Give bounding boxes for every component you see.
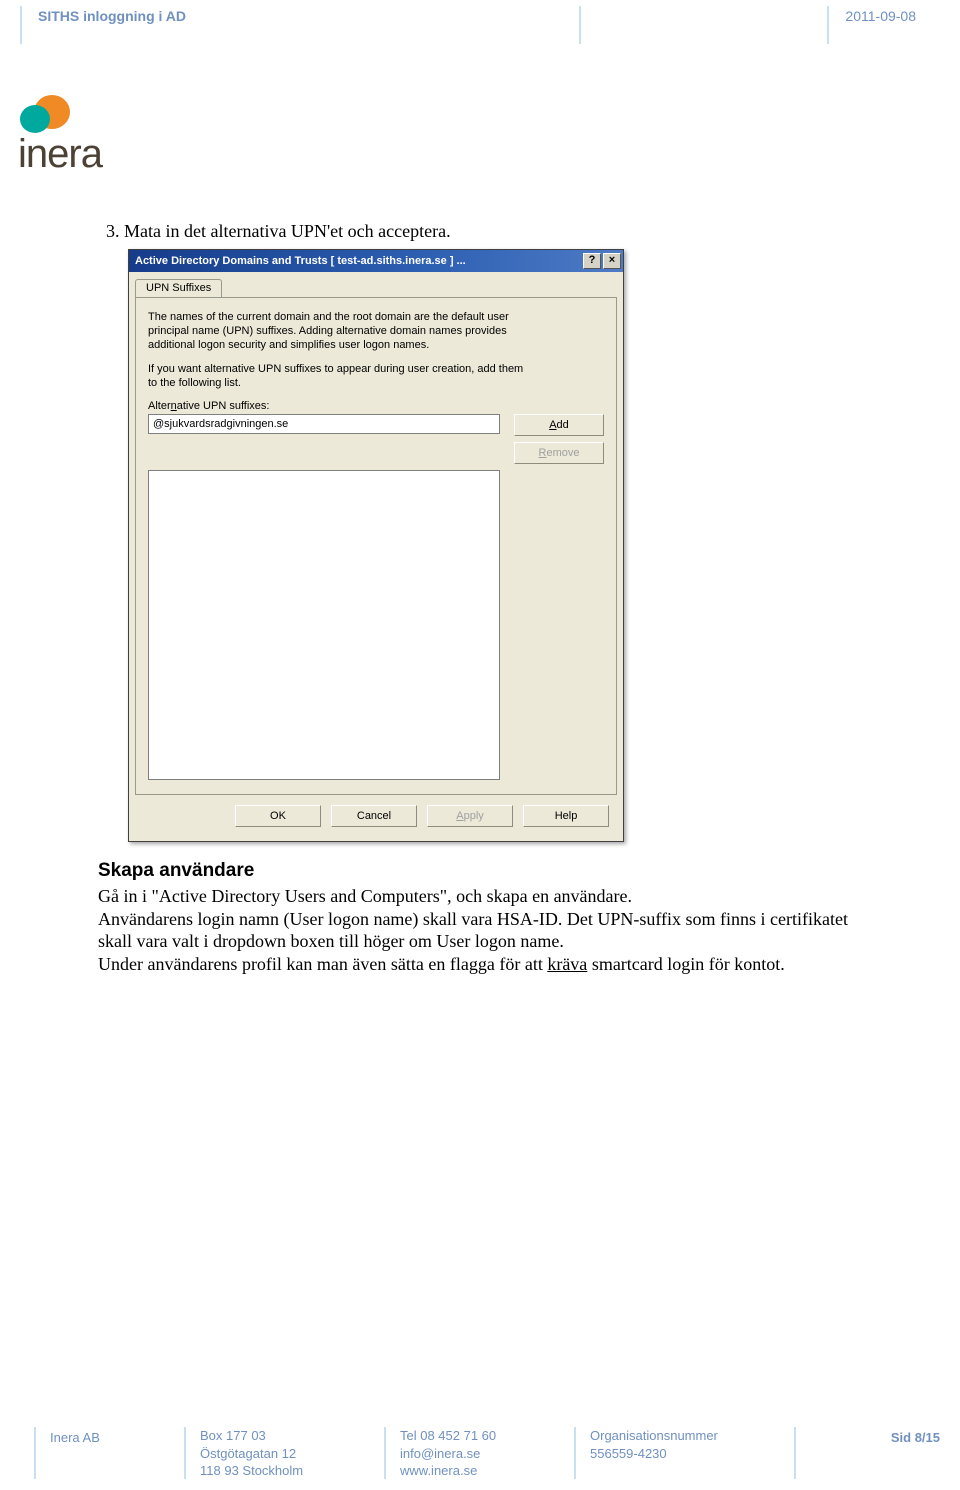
body-paragraph: Under användarens profil kan man även sä…: [98, 954, 858, 976]
footer-divider: [384, 1427, 386, 1479]
dialog-button-row: OK Cancel Apply Help: [129, 805, 623, 841]
upn-suffix-listbox[interactable]: [148, 470, 500, 780]
help-icon[interactable]: ?: [583, 253, 601, 269]
add-button[interactable]: Add: [514, 414, 604, 436]
underlined-text: kräva: [547, 954, 587, 974]
upn-suffix-input[interactable]: [148, 414, 500, 434]
header-date: 2011-09-08: [845, 6, 916, 24]
help-button[interactable]: Help: [523, 805, 609, 827]
document-body: 3. Mata in det alternativa UPN'et och ac…: [98, 221, 858, 976]
footer-divider: [184, 1427, 186, 1479]
upn-suffixes-label: Alternative UPN suffixes:: [148, 400, 604, 412]
tab-page: The names of the current domain and the …: [135, 297, 617, 795]
remove-button[interactable]: Remove: [514, 442, 604, 464]
close-icon[interactable]: ×: [603, 253, 621, 269]
footer-page: Sid 8/15: [891, 1427, 940, 1480]
footer-org-num: 556559-4230: [590, 1445, 780, 1463]
inera-logo-icon: [18, 94, 148, 136]
apply-button[interactable]: Apply: [427, 805, 513, 827]
footer-email: info@inera.se: [400, 1445, 560, 1463]
dialog-title: Active Directory Domains and Trusts [ te…: [135, 255, 581, 267]
text: Under användarens profil kan man även sä…: [98, 954, 547, 974]
footer-tel: Tel 08 452 71 60: [400, 1427, 560, 1445]
header-divider: [827, 6, 829, 44]
page-header: SITHS inloggning i AD 2011-09-08: [0, 0, 960, 44]
heading-skapa-anvandare: Skapa användare: [98, 860, 858, 882]
header-divider: [579, 6, 581, 44]
header-title: SITHS inloggning i AD: [38, 6, 186, 24]
footer-divider: [794, 1427, 796, 1479]
upn-suffixes-dialog: Active Directory Domains and Trusts [ te…: [128, 249, 624, 842]
body-paragraph: Användarens login namn (User logon name)…: [98, 909, 858, 952]
logo-text: inera: [18, 132, 148, 177]
page-footer: Inera AB Box 177 03 Östgötagatan 12 118 …: [0, 1419, 960, 1490]
footer-contact: Tel 08 452 71 60 info@inera.se www.inera…: [400, 1427, 560, 1480]
footer-org-label: Organisationsnummer: [590, 1427, 780, 1445]
dialog-desc-1: The names of the current domain and the …: [148, 310, 528, 352]
dialog-desc-2: If you want alternative UPN suffixes to …: [148, 362, 528, 390]
logo: inera: [18, 94, 148, 177]
tab-upn-suffixes[interactable]: UPN Suffixes: [135, 279, 222, 298]
footer-divider: [574, 1427, 576, 1479]
tabstrip: UPN Suffixes: [129, 272, 623, 297]
footer-city: 118 93 Stockholm: [200, 1462, 370, 1480]
header-divider: [20, 6, 22, 44]
footer-org: Organisationsnummer 556559-4230: [590, 1427, 780, 1480]
text: smartcard login för kontot.: [587, 954, 784, 974]
ok-button[interactable]: OK: [235, 805, 321, 827]
body-paragraph: Gå in i "Active Directory Users and Comp…: [98, 886, 858, 908]
footer-web: www.inera.se: [400, 1462, 560, 1480]
footer-divider: [34, 1427, 36, 1479]
cancel-button[interactable]: Cancel: [331, 805, 417, 827]
footer-street: Östgötagatan 12: [200, 1445, 370, 1463]
step-3-text: 3. Mata in det alternativa UPN'et och ac…: [128, 221, 858, 243]
footer-box: Box 177 03: [200, 1427, 370, 1445]
footer-company: Inera AB: [50, 1427, 170, 1480]
footer-address: Box 177 03 Östgötagatan 12 118 93 Stockh…: [200, 1427, 370, 1480]
dialog-titlebar: Active Directory Domains and Trusts [ te…: [129, 250, 623, 272]
